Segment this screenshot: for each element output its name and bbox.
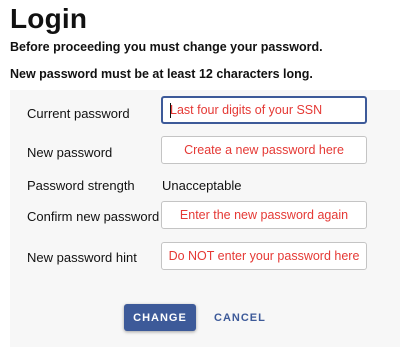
change-password-form: Current password New password Password s… bbox=[10, 90, 400, 347]
password-hint-field[interactable] bbox=[161, 242, 367, 270]
change-button[interactable]: CHANGE bbox=[124, 304, 196, 331]
page-title: Login bbox=[10, 3, 88, 34]
cancel-button[interactable]: CANCEL bbox=[208, 304, 270, 331]
text-caret bbox=[170, 103, 171, 118]
password-hint-label: New password hint bbox=[27, 250, 137, 265]
login-page: Login Before proceeding you must change … bbox=[0, 0, 410, 347]
confirm-password-label: Confirm new password bbox=[27, 209, 160, 224]
new-password-field[interactable] bbox=[161, 136, 367, 164]
new-password-label: New password bbox=[27, 145, 113, 160]
password-strength-label: Password strength bbox=[27, 178, 135, 193]
current-password-label: Current password bbox=[27, 106, 130, 121]
page-subtitle: Before proceeding you must change your p… bbox=[10, 40, 323, 54]
password-strength-value: Unacceptable bbox=[162, 178, 242, 193]
password-requirement: New password must be at least 12 charact… bbox=[10, 67, 313, 81]
confirm-password-field[interactable] bbox=[161, 201, 367, 229]
current-password-field[interactable] bbox=[161, 96, 367, 124]
